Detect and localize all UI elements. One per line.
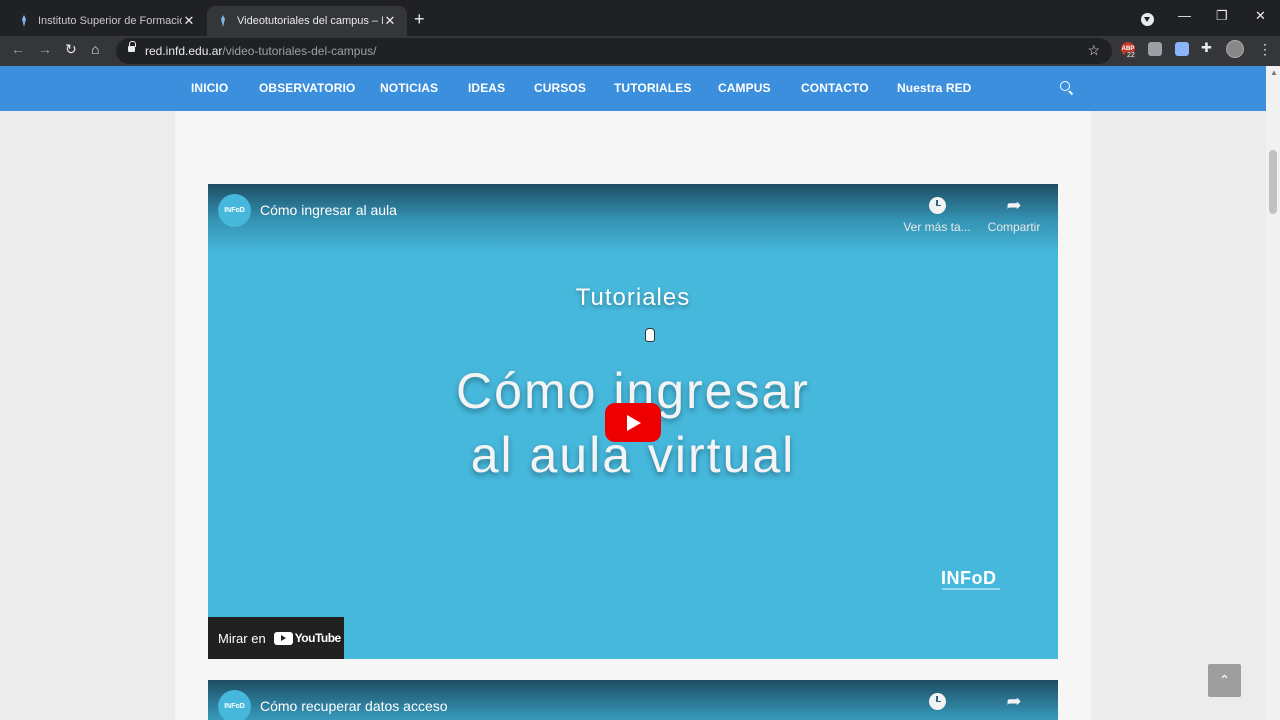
extension-icon[interactable] bbox=[1148, 42, 1162, 56]
browser-tab-strip: Instituto Superior de Formación D ✕ Vide… bbox=[0, 0, 1280, 36]
nav-campus[interactable]: CAMPUS bbox=[718, 81, 771, 95]
share-button[interactable]: ➦ Compartir bbox=[979, 194, 1049, 235]
watch-later-label: Ver más ta... bbox=[903, 220, 971, 234]
share-button[interactable]: ➦ bbox=[979, 690, 1049, 716]
youtube-play-icon bbox=[273, 631, 293, 645]
adblock-count-badge: 22 bbox=[1125, 52, 1137, 59]
forward-icon[interactable]: → bbox=[38, 41, 52, 57]
share-label: Compartir bbox=[987, 220, 1041, 234]
play-button[interactable] bbox=[605, 403, 661, 442]
search-icon[interactable] bbox=[1060, 81, 1074, 95]
nav-ideas[interactable]: IDEAS bbox=[468, 81, 505, 95]
nav-nuestra-red[interactable]: Nuestra RED bbox=[897, 81, 971, 95]
minimize-icon[interactable]: — bbox=[1178, 8, 1191, 23]
watch-on-label: Mirar en bbox=[218, 630, 266, 646]
clock-icon bbox=[928, 692, 946, 710]
watch-later-button[interactable]: Ver más ta... bbox=[902, 194, 972, 234]
video-embed[interactable]: INFoD Cómo ingresar al aula Ver más ta..… bbox=[208, 184, 1058, 659]
video-embed[interactable]: INFoD Cómo recuperar datos acceso ➦ bbox=[208, 680, 1058, 720]
url-text[interactable]: red.infd.edu.ar/video-tutoriales-del-cam… bbox=[145, 44, 376, 58]
mouse-cursor-icon bbox=[645, 328, 655, 342]
scroll-up-arrow-icon[interactable]: ▲ bbox=[1270, 68, 1278, 77]
tab-close-icon[interactable]: ✕ bbox=[383, 13, 397, 29]
tab-instituto[interactable]: Instituto Superior de Formación D ✕ bbox=[8, 6, 206, 36]
video-title[interactable]: Cómo ingresar al aula bbox=[260, 202, 397, 218]
page-scrollbar[interactable]: ▲ bbox=[1266, 66, 1280, 720]
home-icon[interactable]: ⌂ bbox=[91, 41, 99, 57]
site-favicon-icon bbox=[18, 15, 30, 27]
channel-avatar[interactable]: INFoD bbox=[218, 194, 251, 227]
nav-cursos[interactable]: CURSOS bbox=[534, 81, 586, 95]
tab-title: Instituto Superior de Formación D bbox=[38, 15, 182, 27]
address-bar[interactable]: red.infd.edu.ar/video-tutoriales-del-cam… bbox=[116, 38, 1112, 64]
nav-noticias[interactable]: NOTICIAS bbox=[380, 81, 438, 95]
new-tab-button[interactable]: + bbox=[414, 10, 425, 28]
lock-icon[interactable] bbox=[128, 41, 136, 54]
thumbnail-kicker: Tutoriales bbox=[575, 284, 691, 311]
browser-toolbar: ← → ↻ ⌂ red.infd.edu.ar/video-tutoriales… bbox=[0, 36, 1280, 66]
nav-tutoriales[interactable]: TUTORIALES bbox=[614, 81, 691, 95]
infod-logo: INFoD bbox=[941, 568, 997, 588]
nav-observatorio[interactable]: OBSERVATORIO bbox=[259, 81, 355, 95]
back-icon[interactable]: ← bbox=[11, 41, 25, 57]
tab-close-icon[interactable]: ✕ bbox=[182, 13, 196, 29]
tab-videotutoriales[interactable]: Videotutoriales del campus – Insti ✕ bbox=[207, 6, 407, 36]
watch-later-button[interactable] bbox=[902, 690, 972, 716]
tab-search-icon[interactable] bbox=[1141, 13, 1154, 26]
site-navbar: INICIO OBSERVATORIO NOTICIAS IDEAS CURSO… bbox=[0, 66, 1266, 111]
reload-icon[interactable]: ↻ bbox=[65, 41, 77, 58]
extensions-puzzle-icon[interactable]: ✚ bbox=[1201, 40, 1215, 55]
youtube-logo: YouTube bbox=[273, 631, 342, 645]
page-viewport: INICIO OBSERVATORIO NOTICIAS IDEAS CURSO… bbox=[0, 66, 1266, 720]
scroll-to-top-button[interactable]: ⌃ bbox=[1208, 664, 1241, 697]
scrollbar-thumb[interactable] bbox=[1269, 150, 1277, 214]
clock-icon bbox=[928, 196, 946, 214]
nav-inicio[interactable]: INICIO bbox=[191, 81, 228, 95]
close-window-icon[interactable]: ✕ bbox=[1255, 8, 1266, 24]
watch-on-youtube-button[interactable]: Mirar en YouTube bbox=[208, 617, 344, 659]
logo-underline bbox=[942, 588, 1000, 590]
restore-icon[interactable]: ❐ bbox=[1216, 8, 1228, 24]
share-icon: ➦ bbox=[1006, 194, 1022, 215]
profile-avatar[interactable] bbox=[1226, 40, 1244, 58]
extension-icon[interactable] bbox=[1175, 42, 1189, 56]
nav-contacto[interactable]: CONTACTO bbox=[801, 81, 869, 95]
video-title[interactable]: Cómo recuperar datos acceso bbox=[260, 698, 448, 714]
menu-icon[interactable]: ⋮ bbox=[1258, 41, 1272, 58]
site-favicon-icon bbox=[217, 15, 229, 27]
youtube-wordmark: YouTube bbox=[294, 631, 342, 645]
channel-avatar[interactable]: INFoD bbox=[218, 690, 251, 720]
share-icon: ➦ bbox=[1006, 690, 1022, 711]
bookmark-star-icon[interactable]: ☆ bbox=[1087, 42, 1100, 59]
tab-title: Videotutoriales del campus – Insti bbox=[237, 15, 383, 27]
